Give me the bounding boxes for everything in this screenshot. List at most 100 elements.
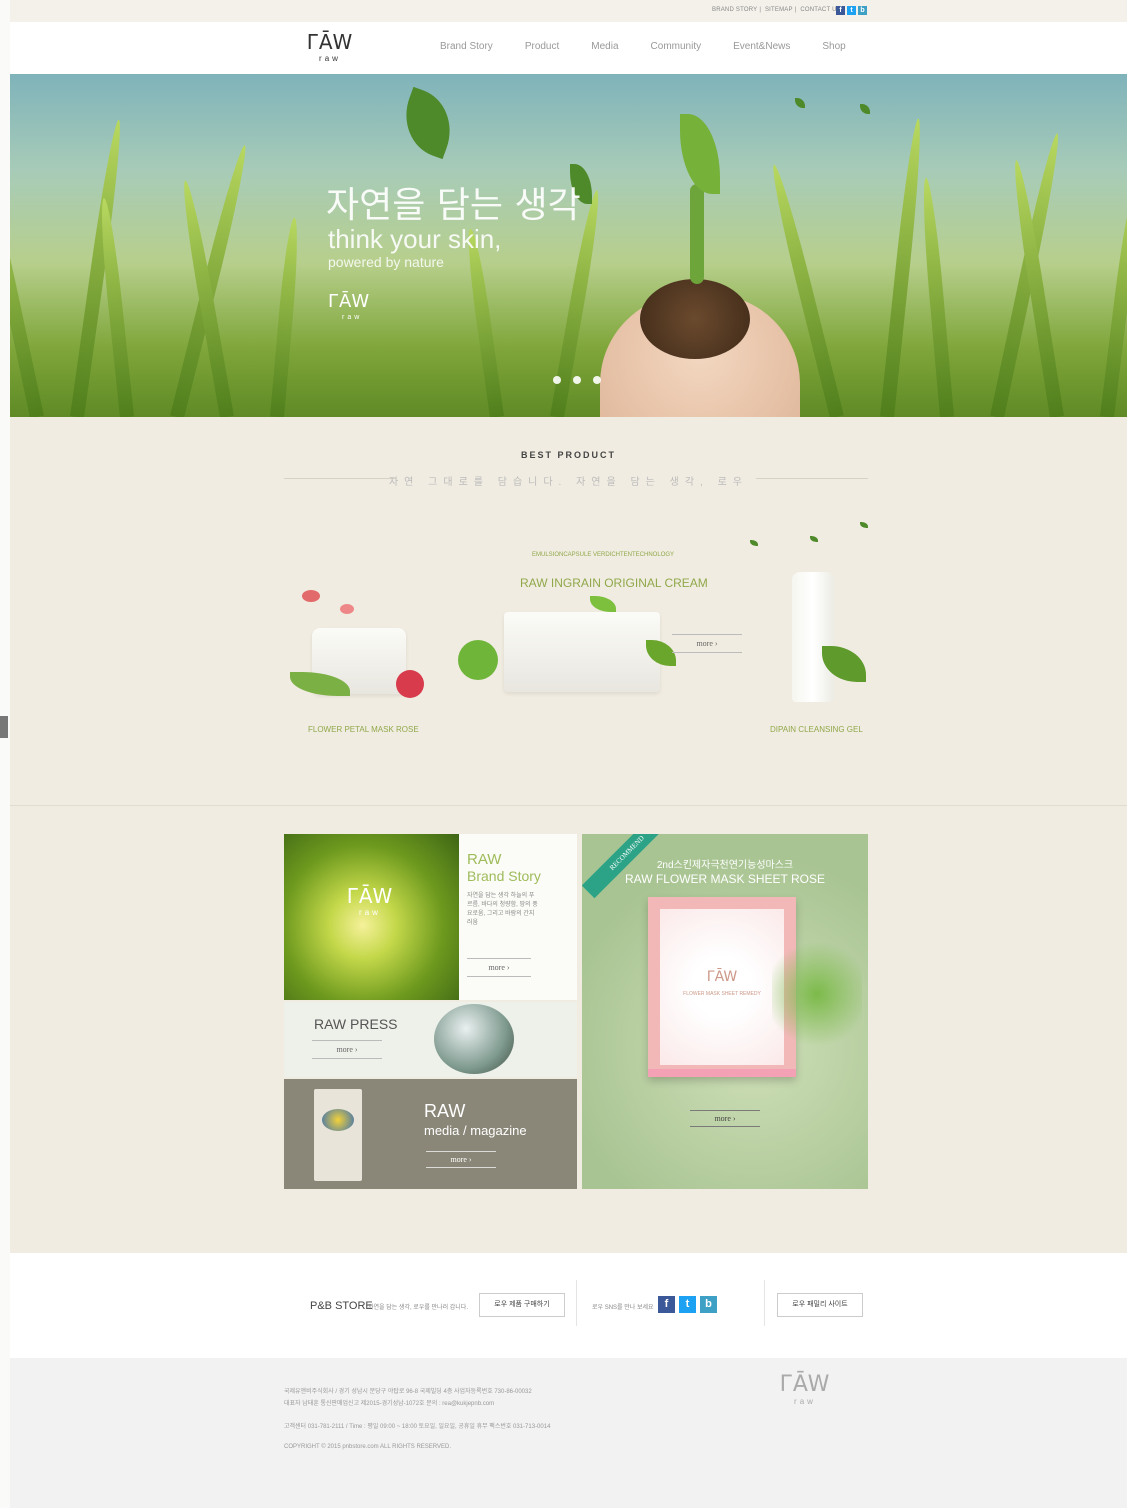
hero-title-english: think your skin, (328, 224, 502, 254)
blog-icon[interactable]: b (858, 6, 867, 15)
logo-sub: raw (319, 54, 341, 63)
soil-image (640, 279, 750, 359)
press-title: RAW PRESS (314, 1016, 398, 1032)
footer-customer-center: 고객센터 031-781-2111 / Time : 평일 09:00 ~ 18… (284, 1424, 551, 1430)
left-gutter (0, 0, 10, 1508)
hero-logo-mark: ΓĀW (328, 291, 371, 312)
twitter-icon[interactable]: t (847, 6, 856, 15)
footer-logo-mark: ΓĀW (779, 1372, 831, 1397)
store-desc: 자연을 담는 생각, 로우를 만나러 갑니다. (368, 1305, 468, 1311)
product-name-right[interactable]: DIPAIN CLEANSING GEL (770, 725, 863, 734)
mask-more-button[interactable]: more › (690, 1110, 760, 1127)
twitter-icon[interactable]: t (679, 1296, 696, 1313)
product-name-left[interactable]: FLOWER PETAL MASK ROSE (308, 725, 419, 734)
floating-leaf (860, 104, 870, 114)
best-product-heading: BEST PRODUCT (520, 450, 616, 460)
sheet-text: FLOWER MASK SHEET REMEDY (683, 991, 761, 997)
slider-dot-1[interactable] (553, 376, 561, 384)
nav-brand-story[interactable]: Brand Story (440, 41, 493, 52)
brand-story-more-button[interactable]: more › (467, 958, 531, 977)
footer-logo[interactable]: ΓĀW raw (770, 1372, 840, 1407)
nav-community[interactable]: Community (651, 41, 702, 52)
grass-blade (10, 171, 44, 417)
footer-logo-sub: raw (794, 1397, 816, 1406)
brand-story-link[interactable]: BRAND STORY (712, 7, 757, 13)
press-more-button[interactable]: more › (312, 1040, 382, 1059)
petal (302, 590, 320, 602)
mask-title: RAW FLOWER MASK SHEET ROSE (624, 872, 826, 886)
brand-story-text: 자연을 담는 생각 하늘의 푸르름, 바다의 청량함, 땅의 풍요로움, 그리고… (467, 893, 538, 926)
press-panel[interactable]: RAW PRESS more › (284, 1002, 577, 1077)
logo-mark: ΓĀW (306, 30, 354, 54)
grass-blade (170, 143, 252, 417)
footer-copyright: COPYRIGHT © 2015 pnbstore.com ALL RIGHTS… (284, 1444, 452, 1450)
media-panel[interactable]: RAW media / magazine more › (284, 1079, 577, 1189)
nav-media[interactable]: Media (591, 41, 618, 52)
product-kicker-center: EMULSIONCAPSULE VERDICHTENTECHNOLOGY (532, 552, 675, 558)
ingrain-cream-jar[interactable] (504, 612, 660, 692)
contact-us-link[interactable]: CONTACT US (800, 7, 840, 13)
site-header: ΓĀW raw Brand Story Product Media Commun… (10, 22, 1127, 74)
chair-image (314, 1089, 362, 1181)
center-more-button[interactable]: more › (672, 634, 742, 653)
mask-sheet-panel[interactable]: RECOMMEND 2nd스킨제자극천연기능성마스크 RAW FLOWER MA… (582, 834, 868, 1189)
mask-kicker: 2nd스킨제자극천연기능성마스크 (656, 860, 794, 871)
slider-dots (553, 376, 613, 384)
floating-leaf (810, 536, 818, 542)
hero-logo-sub: raw (342, 314, 363, 321)
family-site-button[interactable]: 로우 패밀리 사이트 (777, 1293, 863, 1317)
sns-desc: 로우 SNS를 만나 보세요 (592, 1305, 654, 1311)
floating-leaf (795, 98, 805, 108)
site-footer (10, 1358, 1127, 1508)
brand-image-logo-sub: raw (359, 908, 381, 917)
cream-leaf (590, 596, 616, 612)
hero-logo: ΓĀW raw (328, 291, 371, 322)
globe-image (434, 1004, 514, 1074)
cleansing-gel-tube[interactable] (792, 572, 834, 702)
section-divider (10, 805, 1127, 806)
floating-leaf (750, 540, 758, 546)
rose-flower (396, 670, 424, 698)
facebook-icon[interactable]: f (836, 6, 845, 15)
cream-leaf (458, 640, 498, 680)
product-name-center[interactable]: RAW INGRAIN ORIGINAL CREAM (520, 576, 708, 590)
grass-blade (919, 177, 954, 417)
hero-banner[interactable]: 자연을 담는 생각 think your skin, powered by na… (10, 74, 1127, 417)
sitemap-link[interactable]: SITEMAP (765, 7, 793, 13)
grass-blade (270, 217, 302, 417)
slider-dot-2[interactable] (573, 376, 581, 384)
nav-event-news[interactable]: Event&News (733, 41, 790, 52)
grass-blade (463, 227, 504, 417)
page: BRAND STORY | SITEMAP | CONTACT US f t b Γ… (10, 0, 1127, 1508)
brand-image-logo-mark: ΓĀW (346, 884, 394, 908)
grass-blade (1100, 187, 1127, 417)
brand-story-image[interactable]: ΓĀW raw (284, 834, 459, 1000)
main-nav: Brand Story Product Media Community Even… (440, 41, 878, 52)
nav-shop[interactable]: Shop (822, 41, 845, 52)
best-product-subtitle: 자연 그대로를 담습니다. 자연을 담는 생각, 로우 (388, 477, 749, 488)
sprout-leaf (680, 114, 720, 194)
media-title-1: RAW (424, 1101, 466, 1121)
slider-dot-3[interactable] (593, 376, 601, 384)
brand-image-logo: ΓĀW raw (340, 886, 400, 917)
brand-story-title-1: RAW (467, 851, 502, 868)
scroll-marker[interactable] (0, 716, 8, 738)
media-more-button[interactable]: more › (426, 1151, 496, 1168)
facebook-icon[interactable]: f (658, 1296, 675, 1313)
floating-leaf (393, 86, 463, 160)
hero-subtitle: powered by nature (328, 254, 444, 270)
buy-products-button[interactable]: 로우 제품 구매하기 (479, 1293, 565, 1317)
mask-leaves (772, 934, 862, 1054)
sprout-image (690, 184, 704, 284)
brand-story-panel: RAW Brand Story 자연을 담는 생각 하늘의 푸르름, 바다의 청… (459, 834, 577, 1000)
blog-icon[interactable]: b (700, 1296, 717, 1313)
store-bar (10, 1253, 1127, 1358)
nav-product[interactable]: Product (525, 41, 559, 52)
hero-title-korean: 자연을 담는 생각 (326, 185, 581, 226)
store-divider (576, 1280, 577, 1326)
grass-blade (880, 117, 926, 417)
sheet-brand: ΓĀW (706, 969, 738, 985)
site-logo[interactable]: ΓĀW raw (300, 32, 360, 63)
media-title-2: media / magazine (424, 1123, 527, 1138)
utility-bar: BRAND STORY | SITEMAP | CONTACT US f t b (10, 0, 1127, 23)
